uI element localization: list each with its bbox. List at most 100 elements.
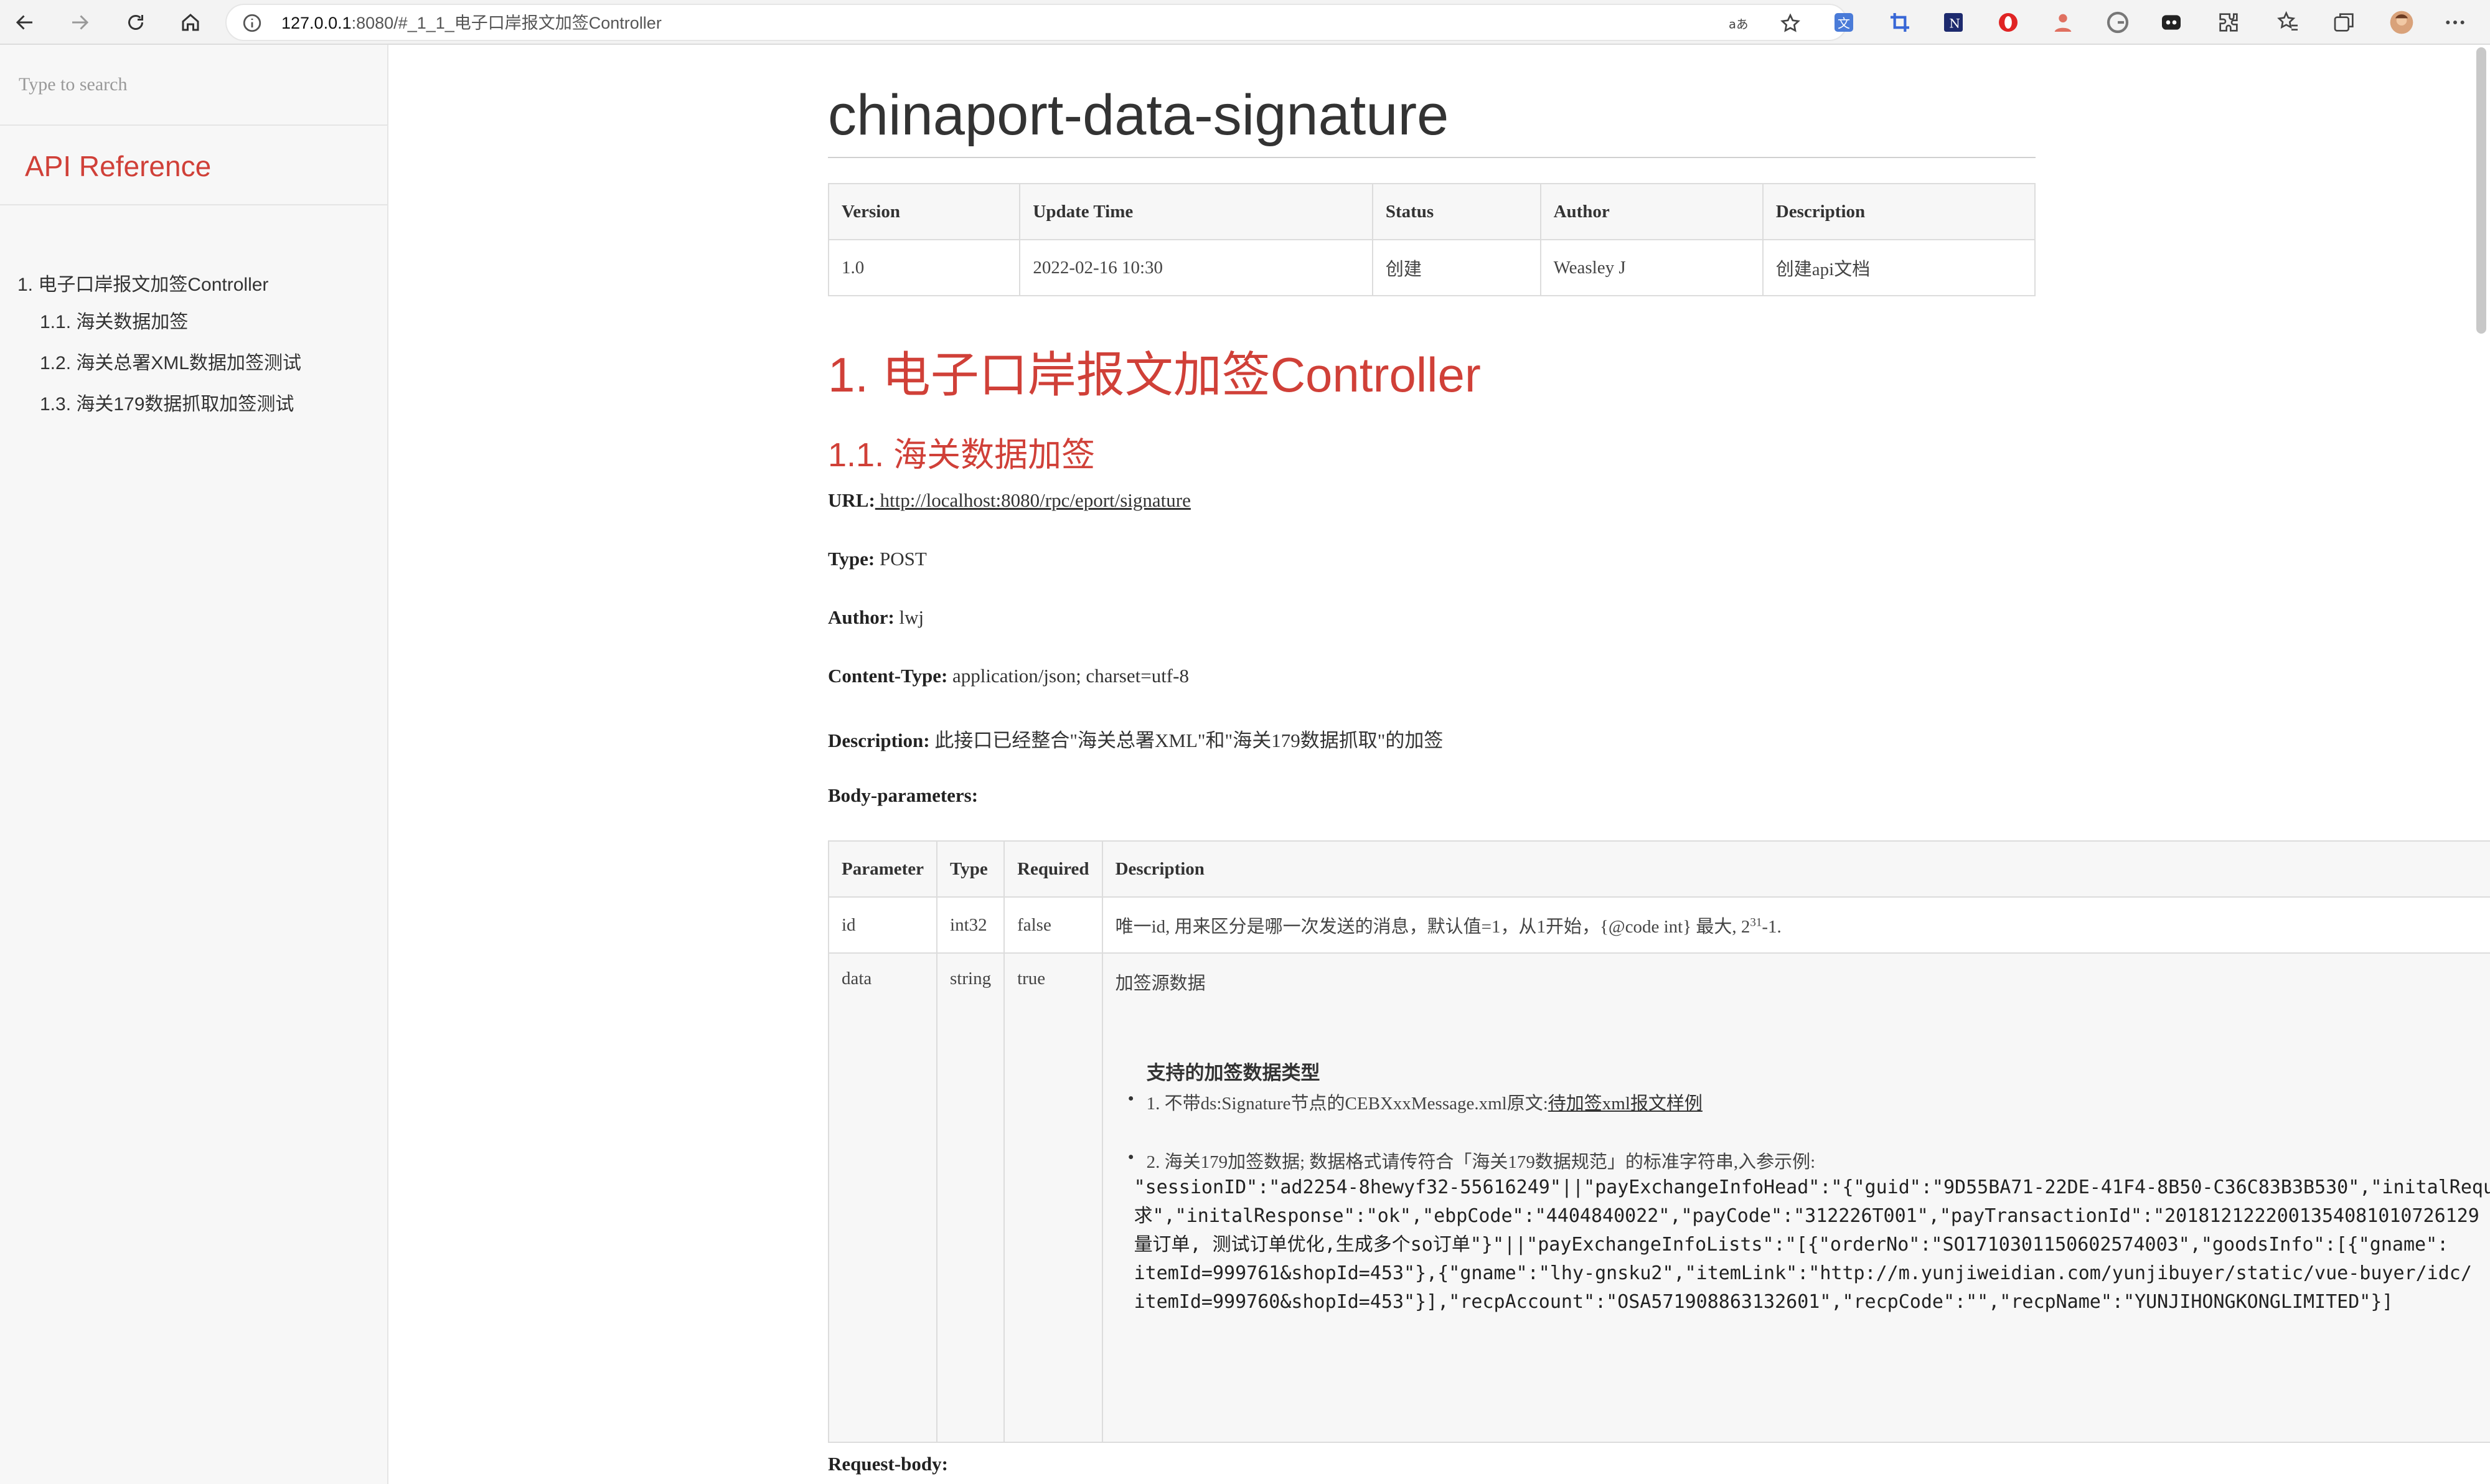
ghostery-extension-icon[interactable] xyxy=(2158,9,2185,36)
svg-text:aあ: aあ xyxy=(1729,17,1748,32)
url-host: 127.0.0.1 xyxy=(281,14,352,32)
header-required: Required xyxy=(1003,840,1103,898)
list-item: 1. 不带ds:Signature节点的CEBXxxMessage.xml原文:… xyxy=(1128,1089,2490,1115)
extensions-puzzle-icon[interactable] xyxy=(2215,9,2242,36)
code-line: 量订单, 测试订单优化,生成多个so订单"}"||"payExchangeInf… xyxy=(1134,1234,2449,1256)
description-label: Description: xyxy=(828,730,930,751)
url-label: URL: xyxy=(828,489,875,511)
bullet-179-text: 2. 海关179加签数据; 数据格式请传符合「海关179数据规范」的标准字符串,… xyxy=(1146,1152,1816,1172)
home-button[interactable] xyxy=(173,5,208,40)
more-menu-icon[interactable] xyxy=(2441,9,2469,36)
list-item: 2. 海关179加签数据; 数据格式请传符合「海关179数据规范」的标准字符串,… xyxy=(1128,1147,2490,1173)
cell-description: 创建api文档 xyxy=(1762,239,2036,296)
header-description: Description xyxy=(1101,840,2490,898)
cell-type: string xyxy=(936,952,1005,1443)
description-field: Description: 此接口已经整合"海关总署XML"和"海关179数据抓取… xyxy=(828,725,1443,753)
cell-status: 创建 xyxy=(1371,239,1541,296)
xml-sample-link[interactable]: 待加签xml报文样例 xyxy=(1548,1094,1703,1114)
endpoint-url-link[interactable]: http://localhost:8080/rpc/eport/signatur… xyxy=(875,489,1191,511)
body-parameters-label: Body-parameters: xyxy=(828,784,979,806)
cell-description: 唯一id, 用来区分是哪一次发送的消息，默认值=1，从1开始，{@code in… xyxy=(1101,896,2490,954)
search-box xyxy=(0,45,387,126)
supported-types-heading: 支持的加签数据类型 xyxy=(1146,1062,1320,1084)
svg-text:文: 文 xyxy=(1838,16,1850,31)
sidebar-heading: API Reference xyxy=(0,126,387,205)
cell-description: 加签源数据 支持的加签数据类型 1. 不带ds:Signature节点的CEBX… xyxy=(1101,952,2490,1443)
code-line: itemId=999761&shopId=453"},{"gname":"lhy… xyxy=(1134,1262,2472,1284)
cell-type: int32 xyxy=(936,896,1005,954)
content-type-field: Content-Type: application/json; charset=… xyxy=(828,665,1189,687)
add-favorite-icon[interactable] xyxy=(1779,12,1802,35)
header-version: Version xyxy=(827,183,1021,240)
user-extension-icon[interactable] xyxy=(2049,9,2077,36)
table-row: 1.0 2022-02-16 10:30 创建 Weasley J 创建api文… xyxy=(827,239,2036,296)
grammarly-extension-icon[interactable] xyxy=(2104,9,2131,36)
read-aloud-icon[interactable]: aあ xyxy=(1727,12,1749,35)
content-type-label: Content-Type: xyxy=(828,665,948,687)
cell-required: false xyxy=(1003,896,1103,954)
data-description-title: 加签源数据 xyxy=(1115,974,1206,993)
request-body-label: Request-body: xyxy=(828,1453,948,1475)
opera-extension-icon[interactable] xyxy=(1994,9,2022,36)
header-parameter: Parameter xyxy=(827,840,938,898)
url-text[interactable]: 127.0.0.1:8080/#_1_1_电子口岸报文加签Controller xyxy=(281,5,662,41)
sidebar: API Reference 1. 电子口岸报文加签Controller 1.1.… xyxy=(0,45,388,1484)
profile-avatar[interactable] xyxy=(2388,9,2415,36)
page-title: chinaport-data-signature xyxy=(828,83,1449,147)
code-example: "sessionID":"ad2254-8hewyf32-55616249"||… xyxy=(1134,1173,2490,1317)
section-title: 1. 电子口岸报文加签Controller xyxy=(828,347,1481,402)
bullet-xml-text: 1. 不带ds:Signature节点的CEBXxxMessage.xml原文: xyxy=(1146,1094,1548,1114)
url-field: URL: http://localhost:8080/rpc/eport/sig… xyxy=(828,489,1191,512)
reload-button[interactable] xyxy=(118,5,153,40)
author-field: Author: lwj xyxy=(828,606,924,629)
author-value: lwj xyxy=(894,606,924,628)
description-value: 此接口已经整合"海关总署XML"和"海关179数据抓取"的加签 xyxy=(929,730,1444,751)
api-reference-title[interactable]: API Reference xyxy=(25,149,211,183)
arrow-right-icon xyxy=(72,15,89,30)
table-row: id int32 false 唯一id, 用来区分是哪一次发送的消息，默认值=1… xyxy=(827,896,2490,954)
request-body-heading: Request-body: xyxy=(828,1453,948,1475)
header-type: Type xyxy=(936,840,1005,898)
id-description-suffix: -1. xyxy=(1762,917,1782,937)
cell-author: Weasley J xyxy=(1539,239,1764,296)
page-scrollbar[interactable] xyxy=(2476,47,2486,334)
toc-item-data-signature[interactable]: 1.1. 海关数据加签 xyxy=(40,306,188,334)
forward-button[interactable] xyxy=(62,5,97,40)
code-line: itemId=999760&shopId=453"}],"recpAccount… xyxy=(1134,1291,2394,1313)
info-icon[interactable] xyxy=(242,12,263,34)
reload-icon xyxy=(128,15,143,30)
toc-item-controller[interactable]: 1. 电子口岸报文加签Controller xyxy=(17,269,268,296)
header-description: Description xyxy=(1762,183,2036,240)
collections-icon[interactable] xyxy=(2331,9,2358,36)
header-author: Author xyxy=(1539,183,1764,240)
toc-item-xml-signature-test[interactable]: 1.2. 海关总署XML数据加签测试 xyxy=(40,347,301,375)
screenshot-extension-icon[interactable] xyxy=(1886,9,1914,36)
type-label: Type: xyxy=(828,548,875,570)
cell-version: 1.0 xyxy=(827,239,1021,296)
header-update-time: Update Time xyxy=(1019,183,1373,240)
svg-text:N: N xyxy=(1949,16,1960,31)
header-status: Status xyxy=(1371,183,1541,240)
table-row: data string true 加签源数据 支持的加签数据类型 1. 不带ds… xyxy=(827,952,2490,1443)
subsection-title: 1.1. 海关数据加签 xyxy=(828,436,1096,474)
favorites-icon[interactable] xyxy=(2275,9,2302,36)
toc-item-179-signature-test[interactable]: 1.3. 海关179数据抓取加签测试 xyxy=(40,388,294,416)
type-field: Type: POST xyxy=(828,548,927,570)
author-label: Author: xyxy=(828,606,895,628)
search-input[interactable] xyxy=(17,68,369,101)
cell-required: true xyxy=(1003,952,1103,1443)
back-button[interactable] xyxy=(7,5,42,40)
cell-update-time: 2022-02-16 10:30 xyxy=(1019,239,1373,296)
content-type-value: application/json; charset=utf-8 xyxy=(947,665,1189,687)
home-icon xyxy=(182,14,199,31)
body-parameters-heading: Body-parameters: xyxy=(828,784,978,807)
table-header-row: Parameter Type Required Description xyxy=(827,840,2490,898)
translate-extension-icon[interactable]: 文 xyxy=(1830,9,1858,36)
code-line: 求","initalResponse":"ok","ebpCode":"4404… xyxy=(1134,1205,2479,1227)
code-line: "sessionID":"ad2254-8hewyf32-55616249"||… xyxy=(1134,1176,2490,1198)
address-bar[interactable]: 127.0.0.1:8080/#_1_1_电子口岸报文加签Controller … xyxy=(225,4,1848,41)
cell-parameter: id xyxy=(827,896,938,954)
type-value: POST xyxy=(875,548,927,570)
notion-extension-icon[interactable]: N xyxy=(1940,9,1967,36)
id-exponent: 31 xyxy=(1750,916,1762,929)
